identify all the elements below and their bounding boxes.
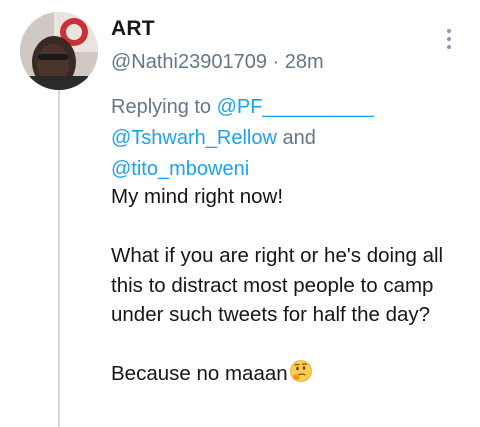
display-name[interactable]: ART bbox=[111, 17, 155, 41]
tweet-line-2: What if you are right or he's doing all … bbox=[111, 244, 444, 326]
avatar[interactable] bbox=[20, 12, 98, 90]
avatar-photo bbox=[20, 12, 98, 90]
more-options-icon[interactable] bbox=[442, 26, 456, 52]
mention-link-tito[interactable]: @tito_mboweni bbox=[111, 158, 249, 180]
replying-to: Replying to @PF__________ @Tshwarh_Rello… bbox=[111, 92, 471, 185]
tweet-line-1: My mind right now! bbox=[111, 185, 284, 208]
replying-to-label: Replying to bbox=[111, 96, 212, 118]
user-handle[interactable]: @Nathi23901709 bbox=[111, 51, 267, 73]
tweet-meta: @Nathi23901709 · 28m bbox=[111, 51, 324, 74]
thread-connector-line bbox=[58, 86, 60, 427]
replying-to-joiner: and bbox=[282, 127, 316, 149]
mention-link-tshwarh[interactable]: @Tshwarh_Rellow bbox=[111, 127, 277, 149]
timestamp[interactable]: 28m bbox=[285, 51, 324, 73]
tweet-line-3: Because no maaan bbox=[111, 359, 471, 392]
mention-link-pf[interactable]: @PF__________ bbox=[217, 96, 374, 118]
meta-separator: · bbox=[272, 51, 280, 73]
tweet-line-3-text: Because no maaan bbox=[111, 362, 288, 385]
thinking-face-icon bbox=[289, 359, 313, 392]
tweet-body: My mind right now! What if you are right… bbox=[111, 182, 471, 392]
